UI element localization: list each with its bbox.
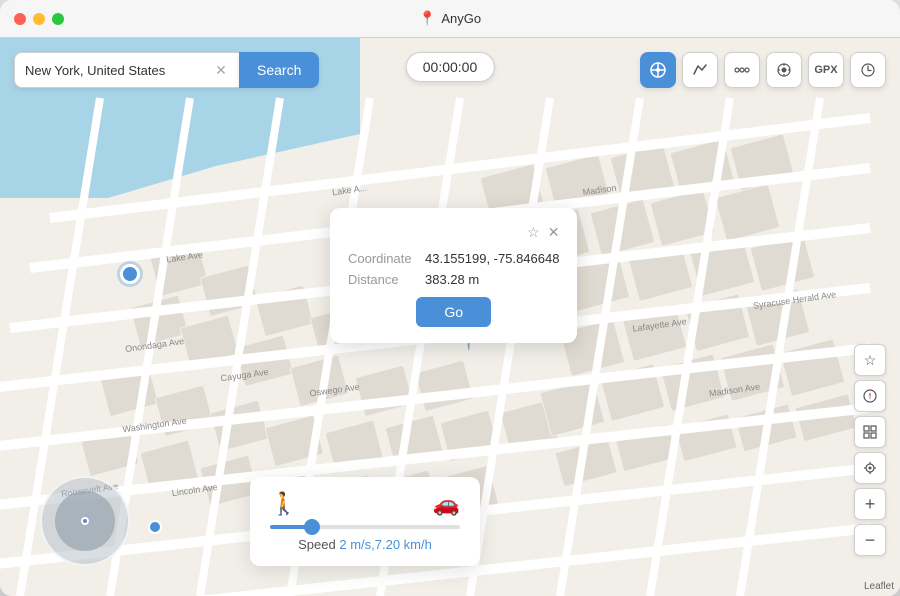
minimap-dot	[81, 517, 89, 525]
speed-panel: 🚶 🚗 Speed 2 m/s,7.20 km/h	[250, 477, 480, 566]
walk-icon: 🚶	[270, 491, 297, 517]
go-button[interactable]: Go	[416, 297, 491, 327]
search-button[interactable]: Search	[239, 52, 319, 88]
multi-spot-button[interactable]	[724, 52, 760, 88]
traffic-lights	[14, 13, 64, 25]
app-window: 📍 AnyGo	[0, 0, 900, 596]
speed-slider-track	[270, 525, 460, 529]
title-text: AnyGo	[441, 11, 481, 26]
attribution-text: Leaflet	[864, 581, 894, 592]
maximize-button[interactable]	[52, 13, 64, 25]
map-container[interactable]: Lake Ave Onondaga Ave Cayuga Ave Oswego …	[0, 38, 900, 596]
minimap-inner	[55, 491, 115, 551]
popup-distance-value: 383.28 m	[425, 272, 479, 287]
location-dot	[120, 264, 140, 284]
timer: 00:00:00	[406, 52, 495, 82]
popup-header: ☆ ✕	[348, 224, 559, 241]
route-mode-button[interactable]	[682, 52, 718, 88]
speed-value: 2 m/s,7.20 km/h	[339, 537, 431, 552]
minimap	[40, 476, 130, 566]
popup-favorite-button[interactable]: ☆	[527, 224, 540, 241]
popup-coordinate-label: Coordinate	[348, 251, 413, 266]
title-pin-icon: 📍	[419, 10, 436, 27]
right-map-mode-button[interactable]	[854, 416, 886, 448]
popup-close-button[interactable]: ✕	[548, 224, 560, 241]
car-icon: 🚗	[433, 491, 460, 517]
zoom-out-button[interactable]: −	[854, 524, 886, 556]
close-button[interactable]	[14, 13, 26, 25]
map-attribution: Leaflet	[864, 581, 894, 592]
popup-distance-row: Distance 383.28 m	[348, 272, 559, 287]
popup-distance-label: Distance	[348, 272, 413, 287]
search-input-wrapper: ✕	[14, 52, 239, 88]
gpx-label: gpx	[814, 64, 837, 76]
right-locate-button[interactable]	[854, 452, 886, 484]
speed-label: Speed 2 m/s,7.20 km/h	[270, 537, 460, 552]
popup-coordinate-value: 43.155199, -75.846648	[425, 251, 559, 266]
speed-slider-thumb	[304, 519, 320, 535]
zoom-in-button[interactable]: +	[854, 488, 886, 520]
titlebar: 📍 AnyGo	[0, 0, 900, 38]
timer-value: 00:00:00	[423, 59, 478, 75]
right-toolbar: ☆	[854, 344, 886, 556]
toolbar: gpx	[640, 52, 886, 88]
joystick-button[interactable]	[766, 52, 802, 88]
right-favorite-button[interactable]: ☆	[854, 344, 886, 376]
minimize-button[interactable]	[33, 13, 45, 25]
popup-coordinate-row: Coordinate 43.155199, -75.846648	[348, 251, 559, 266]
search-bar: ✕ Search	[14, 52, 319, 88]
clear-input-button[interactable]: ✕	[213, 62, 229, 78]
gpx-button[interactable]: gpx	[808, 52, 844, 88]
history-button[interactable]	[850, 52, 886, 88]
search-input[interactable]	[25, 63, 213, 78]
speed-label-text: Speed	[298, 537, 336, 552]
teleport-mode-button[interactable]	[640, 52, 676, 88]
app-title: 📍 AnyGo	[419, 10, 481, 27]
right-compass-button[interactable]	[854, 380, 886, 412]
speed-icons: 🚶 🚗	[270, 491, 460, 517]
location-dot-secondary	[148, 520, 162, 534]
info-popup: ☆ ✕ Coordinate 43.155199, -75.846648 Dis…	[330, 208, 577, 343]
